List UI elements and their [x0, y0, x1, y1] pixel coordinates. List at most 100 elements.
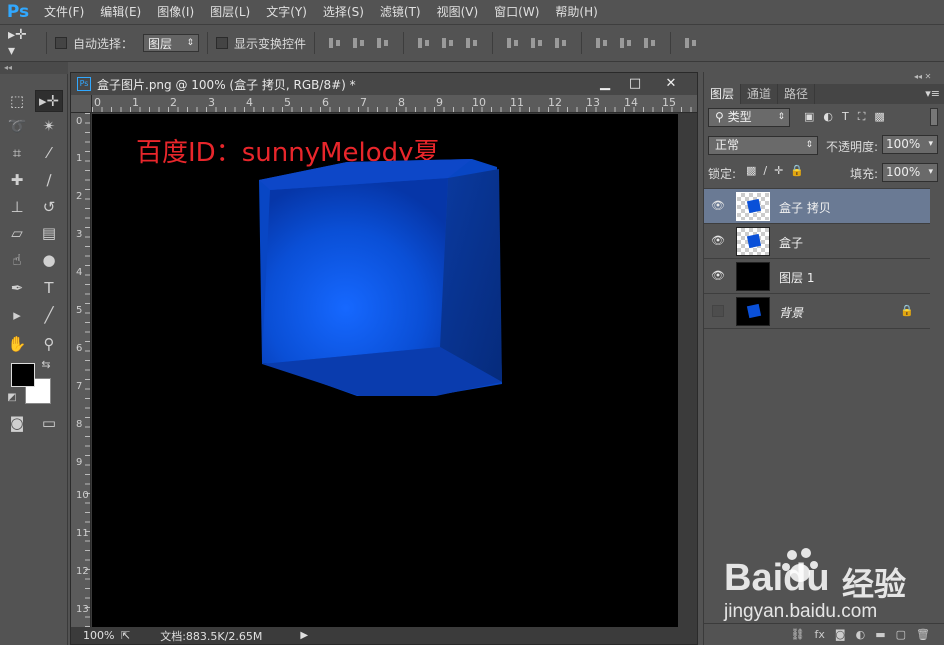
move-tool-preset-icon[interactable]: ▸✛ ▾ — [8, 27, 38, 59]
pen-tool-icon[interactable]: ✒ — [3, 277, 31, 299]
distribute-vcenter-icon[interactable] — [529, 36, 545, 50]
lasso-tool-icon[interactable]: ➰ — [3, 115, 31, 137]
zoom-level[interactable]: 100% — [71, 629, 121, 642]
panel-expand-icon[interactable]: ◂◂ ✕ — [914, 72, 931, 81]
path-selection-tool-icon[interactable]: ▸ — [3, 304, 31, 326]
menu-image[interactable]: 图像(I) — [149, 0, 202, 24]
foreground-color-swatch[interactable] — [11, 363, 35, 387]
distribute-top-icon[interactable] — [505, 36, 521, 50]
link-layers-icon[interactable]: ⛓ — [791, 628, 805, 641]
menu-select[interactable]: 选择(S) — [315, 0, 372, 24]
fill-field[interactable]: 100% ▾ — [882, 163, 938, 182]
marquee-tool-icon[interactable]: ⬚ — [3, 90, 31, 112]
default-colors-icon[interactable]: ◩ — [4, 390, 20, 404]
layer-filter-dropdown[interactable]: ⚲ 类型 ⇕ — [708, 108, 790, 127]
eyedropper-tool-icon[interactable]: ⁄ — [35, 142, 63, 164]
distribute-right-icon[interactable] — [642, 36, 658, 50]
layer-row[interactable]: 背景 🔒 — [704, 294, 930, 329]
blend-mode-dropdown[interactable]: 正常 ⇕ — [708, 136, 818, 155]
swap-colors-icon[interactable]: ⇆ — [36, 357, 56, 371]
history-brush-tool-icon[interactable]: ↺ — [35, 196, 63, 218]
magic-wand-tool-icon[interactable]: ✴ — [35, 115, 63, 137]
export-icon[interactable]: ⇱ — [121, 629, 130, 642]
eye-icon[interactable]: 👁 — [711, 269, 725, 283]
updown-arrow-icon: ⇕ — [777, 112, 785, 122]
document-tab[interactable]: Ps 盒子图片.png @ 100% (盒子 拷贝, RGB/8#) * ▁ □… — [71, 73, 697, 95]
add-mask-icon[interactable]: ◙ — [835, 628, 846, 641]
distribute-left-icon[interactable] — [594, 36, 610, 50]
gradient-tool-icon[interactable]: ▤ — [35, 222, 63, 244]
layer-row[interactable]: 👁 盒子 拷贝 — [704, 189, 930, 224]
panel-menu-icon[interactable]: ▾≡ — [925, 84, 940, 104]
menu-type[interactable]: 文字(Y) — [258, 0, 315, 24]
menu-window[interactable]: 窗口(W) — [486, 0, 547, 24]
minimize-button[interactable]: ▁ — [591, 73, 619, 93]
eye-icon[interactable]: 👁 — [711, 199, 725, 213]
hand-tool-icon[interactable]: ✋ — [3, 333, 31, 355]
stamp-tool-icon[interactable]: ⊥ — [3, 196, 31, 218]
tab-channels[interactable]: 通道 — [741, 84, 779, 104]
new-group-icon[interactable]: ▬ — [875, 628, 885, 641]
ruler-origin[interactable] — [71, 95, 92, 113]
status-menu-arrow-icon[interactable]: ▶ — [300, 630, 308, 641]
align-left-icon[interactable] — [416, 36, 432, 50]
ruler-label: 8 — [398, 96, 405, 109]
line-tool-icon[interactable]: ╱ — [35, 304, 63, 326]
baidu-watermark: Baidu 经验 jingyan.baidu.com — [724, 545, 934, 625]
horizontal-ruler[interactable]: 0 1 2 3 4 5 6 7 8 9 10 11 12 13 14 15 — [92, 95, 697, 113]
visibility-toggle-empty[interactable] — [712, 305, 724, 317]
layer-name[interactable]: 图层 1 — [779, 269, 814, 286]
layer-name[interactable]: 背景 — [779, 304, 803, 321]
smudge-tool-icon[interactable]: ☝ — [3, 249, 31, 271]
delete-layer-icon[interactable]: 🗑 — [916, 628, 930, 641]
align-vcenter-icon[interactable] — [351, 36, 367, 50]
panel-collapse-icon[interactable]: ◂◂ — [0, 62, 68, 74]
zoom-tool-icon[interactable]: ⚲ — [35, 333, 63, 355]
align-right-icon[interactable] — [464, 36, 480, 50]
distribute-hcenter-icon[interactable] — [618, 36, 634, 50]
auto-align-icon[interactable] — [683, 36, 699, 50]
menu-file[interactable]: 文件(F) — [36, 0, 92, 24]
lock-icons[interactable]: ▩∕✛🔒 — [746, 164, 811, 177]
screen-mode-icon[interactable]: ▭ — [35, 412, 63, 434]
layer-row[interactable]: 👁 盒子 — [704, 224, 930, 259]
tab-paths[interactable]: 路径 — [778, 84, 816, 104]
menu-filter[interactable]: 滤镜(T) — [372, 0, 429, 24]
dodge-tool-icon[interactable]: ● — [35, 249, 63, 271]
brush-tool-icon[interactable]: ∕ — [35, 169, 63, 191]
auto-select-checkbox[interactable] — [55, 37, 67, 49]
filter-toggle[interactable] — [930, 108, 938, 126]
align-top-icon[interactable] — [327, 36, 343, 50]
eye-icon[interactable]: 👁 — [711, 234, 725, 248]
layer-name[interactable]: 盒子 — [779, 234, 803, 251]
distribute-bottom-icon[interactable] — [553, 36, 569, 50]
close-button[interactable]: ✕ — [657, 73, 685, 93]
menu-layer[interactable]: 图层(L) — [202, 0, 258, 24]
move-tool-icon[interactable]: ▸✛ — [35, 90, 63, 112]
opacity-value: 100% — [886, 137, 921, 151]
eraser-tool-icon[interactable]: ▱ — [3, 222, 31, 244]
type-tool-icon[interactable]: T — [35, 277, 63, 299]
show-transform-checkbox[interactable] — [216, 37, 229, 49]
align-bottom-icon[interactable] — [375, 36, 391, 50]
image-canvas[interactable]: 百度ID：sunnyMelody夏 — [92, 114, 678, 627]
maximize-button[interactable]: □ — [621, 73, 649, 93]
crop-tool-icon[interactable]: ⌗ — [3, 142, 31, 164]
layer-row[interactable]: 👁 图层 1 — [704, 259, 930, 294]
menu-view[interactable]: 视图(V) — [429, 0, 487, 24]
tab-layers[interactable]: 图层 — [704, 84, 742, 104]
layer-name[interactable]: 盒子 拷贝 — [779, 199, 831, 216]
layer-style-icon[interactable]: fx — [815, 628, 825, 641]
quick-mask-icon[interactable]: ◙ — [3, 412, 31, 434]
menu-help[interactable]: 帮助(H) — [547, 0, 605, 24]
healing-brush-tool-icon[interactable]: ✚ — [3, 169, 31, 191]
vertical-scrollbar[interactable] — [678, 114, 697, 627]
opacity-field[interactable]: 100% ▾ — [882, 135, 938, 154]
adjustment-layer-icon[interactable]: ◐ — [856, 628, 866, 641]
menu-edit[interactable]: 编辑(E) — [92, 0, 149, 24]
vertical-ruler[interactable]: 0 1 2 3 4 5 6 7 8 9 10 11 12 13 — [71, 113, 91, 627]
ruler-label: 11 — [76, 528, 89, 539]
align-hcenter-icon[interactable] — [440, 36, 456, 50]
new-layer-icon[interactable]: ▢ — [896, 628, 906, 641]
auto-select-dropdown[interactable]: 图层 ⇕ — [143, 34, 200, 52]
